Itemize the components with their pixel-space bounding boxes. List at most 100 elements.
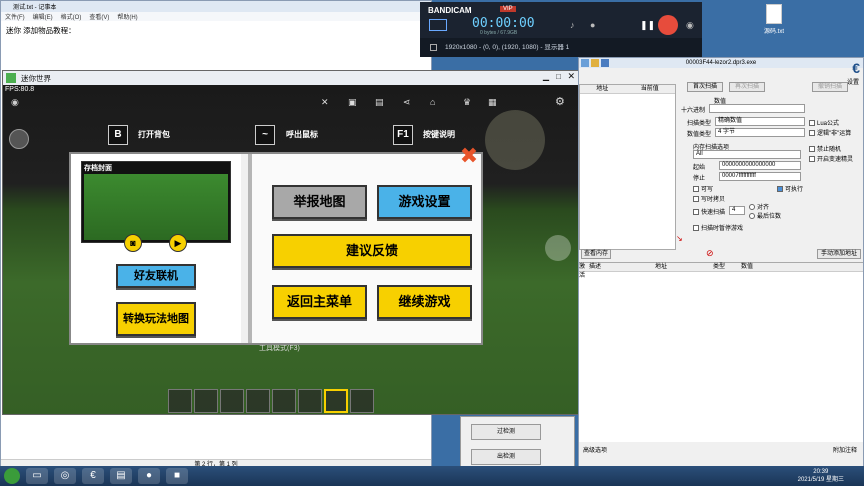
close-icon[interactable]: ✕ [567, 71, 575, 82]
explorer-icon[interactable]: ▭ [26, 468, 48, 484]
bag-icon[interactable]: ▦ [488, 97, 497, 108]
bandicam-taskbar-icon[interactable]: ● [138, 468, 160, 484]
system-clock[interactable]: 20:39 2021/5/19 星期三 [798, 468, 844, 484]
switch-map-button[interactable]: 转换玩法地图 [116, 302, 196, 336]
pointer-arrow-icon[interactable]: ↘ [676, 234, 683, 243]
maximize-icon[interactable]: □ [556, 72, 561, 81]
trophy-icon[interactable]: ♛ [463, 97, 471, 108]
friends-online-button[interactable]: 好友联机 [116, 264, 196, 288]
open-file-icon[interactable] [591, 59, 599, 67]
disable-random-checkbox[interactable] [809, 145, 815, 152]
settings-gear-icon[interactable]: ⚙ [555, 95, 565, 108]
advanced-options-link[interactable]: 高级选项 [583, 445, 607, 454]
hotbar-slot-selected[interactable] [324, 389, 348, 413]
first-scan-button[interactable]: 首次扫描 [687, 82, 723, 92]
stop-address-input[interactable]: 00007fffffffffff [719, 172, 801, 181]
game-taskbar-icon[interactable]: ■ [166, 468, 188, 484]
report-map-button[interactable]: 举报地图 [272, 185, 367, 219]
back-to-menu-button[interactable]: 返回主菜单 [272, 285, 367, 319]
last-digit-radio[interactable] [749, 212, 755, 219]
browser-icon[interactable]: ◎ [54, 468, 76, 484]
col-type[interactable]: 类型 [713, 263, 741, 271]
hotbar-slot[interactable] [272, 389, 296, 413]
chat-icon[interactable]: ▤ [375, 97, 384, 108]
clear-list-icon[interactable]: ⊘ [706, 248, 714, 259]
col-address[interactable]: 地址 [655, 263, 713, 271]
hotbar-slot[interactable] [350, 389, 374, 413]
home-icon[interactable]: ⌂ [430, 97, 435, 107]
ce-address-table[interactable]: 激活 描述 地址 类型 数值 [579, 262, 863, 442]
speedhack-checkbox[interactable] [809, 155, 815, 162]
hotbar-slot[interactable] [220, 389, 244, 413]
notepad-taskbar-icon[interactable]: ▤ [110, 468, 132, 484]
record-button[interactable] [658, 15, 678, 35]
open-process-icon[interactable] [581, 59, 589, 67]
fast-scan-checkbox[interactable] [693, 208, 699, 215]
hotbar-slot[interactable] [194, 389, 218, 413]
camera-icon[interactable]: ◉ [686, 20, 694, 31]
ce-col-address[interactable]: 地址 [596, 85, 608, 93]
minimize-icon[interactable]: ▁ [543, 72, 549, 81]
camera-mode-icon[interactable]: ▣ [348, 97, 357, 108]
menu-file[interactable]: 文件(F) [5, 12, 25, 21]
feedback-button[interactable]: 建议反馈 [272, 234, 472, 268]
not-logic-checkbox[interactable] [809, 129, 815, 136]
pause-dialog: 存档封面 ◙ ▶ 好友联机 转换玩法地图 举报地图 游戏设置 建议反馈 返回主菜… [69, 145, 483, 345]
col-value[interactable]: 数值 [741, 263, 771, 271]
lua-checkbox[interactable] [809, 119, 815, 126]
continue-game-button[interactable]: 继续游戏 [377, 285, 472, 319]
jump-button[interactable] [545, 235, 571, 261]
memory-region-select[interactable]: All [693, 150, 801, 159]
snapshot-camera-icon[interactable]: ◙ [124, 234, 142, 252]
eye-icon[interactable]: ◉ [11, 97, 19, 108]
dialog-close-icon[interactable]: ✖ [459, 145, 479, 167]
menu-view[interactable]: 查看(V) [89, 12, 109, 21]
pass-check-button[interactable]: 过检测 [471, 424, 541, 440]
share-icon[interactable]: ⋖ [403, 97, 411, 108]
screen-mode-icon[interactable] [429, 19, 447, 31]
scan-type-select[interactable]: 精确数值 [715, 117, 805, 126]
notepad-text-area[interactable]: 迷你 添加物品教程： [1, 21, 431, 40]
menu-edit[interactable]: 编辑(E) [33, 12, 53, 21]
fast-scan-input[interactable]: 4 [729, 206, 745, 215]
speaker-icon[interactable]: ♪ [570, 20, 575, 30]
ce-found-list[interactable]: 地址 当前值 [579, 84, 676, 250]
writable-checkbox[interactable] [693, 185, 699, 192]
menu-format[interactable]: 格式(O) [61, 12, 82, 21]
ce-settings-label[interactable]: 设置 [847, 77, 859, 86]
desktop-file[interactable]: 源码.txt [760, 4, 788, 38]
mic-icon[interactable]: ● [590, 20, 595, 30]
value-input[interactable] [709, 104, 805, 113]
hotbar-slot[interactable] [168, 389, 192, 413]
hotbar [168, 389, 408, 414]
start-address-input[interactable]: 0000000000000000 [719, 161, 801, 170]
exit-check-button[interactable]: 出检测 [471, 449, 541, 465]
hotbar-slot[interactable] [298, 389, 322, 413]
cheat-engine-taskbar-icon[interactable]: € [82, 468, 104, 484]
pause-icon[interactable]: ❚❚ [640, 20, 655, 31]
video-camera-icon[interactable]: ▶ [169, 234, 187, 252]
hotbar-slot[interactable] [246, 389, 270, 413]
character-avatar[interactable] [9, 129, 29, 149]
executable-checkbox[interactable] [777, 185, 783, 192]
col-description[interactable]: 描述 [585, 263, 655, 271]
notepad-titlebar[interactable]: 测试.txt - 记事本 [1, 1, 431, 12]
ce-col-current[interactable]: 当前值 [641, 85, 659, 93]
menu-help[interactable]: 帮助(H) [117, 12, 137, 21]
memory-view-button[interactable]: 查看内存 [581, 249, 611, 259]
tools-icon[interactable]: ✕ [321, 97, 329, 108]
pause-game-checkbox[interactable] [693, 224, 699, 231]
game-settings-button[interactable]: 游戏设置 [377, 185, 472, 219]
game-titlebar[interactable]: 迷你世界 ▁ □ ✕ [3, 71, 579, 85]
attach-comment-link[interactable]: 附加注释 [833, 445, 857, 454]
save-icon[interactable] [601, 59, 609, 67]
undo-scan-button[interactable]: 撤销扫描 [812, 82, 848, 92]
value-type-select[interactable]: 4 字节 [715, 128, 805, 137]
start-button[interactable] [4, 468, 20, 484]
add-address-button[interactable]: 手动添加地址 [817, 249, 861, 259]
align-radio[interactable] [749, 203, 755, 210]
next-scan-button[interactable]: 再次扫描 [729, 82, 765, 92]
copy-on-write-checkbox[interactable] [693, 195, 699, 202]
notepad-title: 测试.txt - 记事本 [13, 5, 57, 11]
writable-label: 可写 [701, 187, 714, 193]
